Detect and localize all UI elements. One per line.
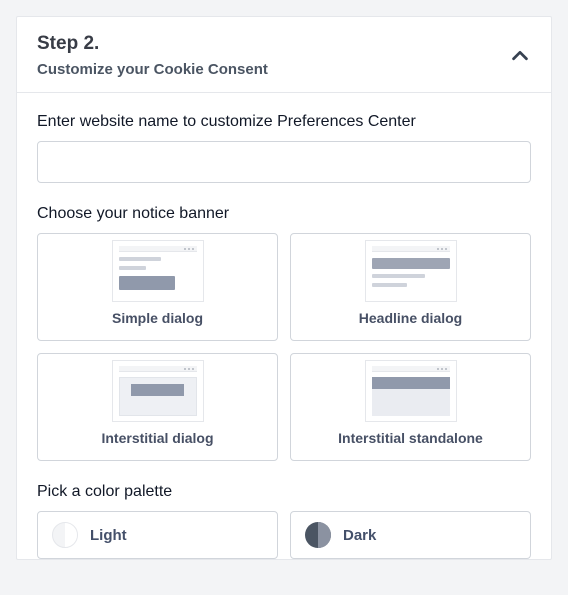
website-name-label: Enter website name to customize Preferen… [37, 113, 531, 131]
website-name-input[interactable] [37, 141, 531, 183]
step-body: Enter website name to customize Preferen… [17, 93, 551, 559]
banner-option-interstitial-standalone[interactable]: Interstitial standalone [290, 353, 531, 461]
step-heading-block: Step 2. Customize your Cookie Consent [37, 33, 268, 78]
banner-option-label: Simple dialog [112, 310, 203, 326]
palette-section-label: Pick a color palette [37, 483, 531, 501]
banner-option-label: Headline dialog [359, 310, 462, 326]
step-header[interactable]: Step 2. Customize your Cookie Consent [17, 17, 551, 93]
interstitial-standalone-thumb [365, 360, 457, 422]
banner-section-label: Choose your notice banner [37, 205, 531, 223]
interstitial-dialog-thumb [112, 360, 204, 422]
palette-options: Light Dark [37, 511, 531, 559]
banner-option-interstitial-dialog[interactable]: Interstitial dialog [37, 353, 278, 461]
palette-option-dark[interactable]: Dark [290, 511, 531, 559]
step-panel: Step 2. Customize your Cookie Consent En… [16, 16, 552, 560]
banner-option-headline-dialog[interactable]: Headline dialog [290, 233, 531, 341]
simple-dialog-thumb [112, 240, 204, 302]
palette-option-label: Light [90, 527, 127, 544]
headline-dialog-thumb [365, 240, 457, 302]
palette-option-label: Dark [343, 527, 376, 544]
dark-swatch-icon [305, 522, 331, 548]
banner-option-label: Interstitial standalone [338, 430, 483, 446]
banner-option-label: Interstitial dialog [101, 430, 213, 446]
light-swatch-icon [52, 522, 78, 548]
banner-options-grid: Simple dialog Headline dialog Interstiti… [37, 233, 531, 461]
step-subtitle: Customize your Cookie Consent [37, 61, 268, 78]
step-title: Step 2. [37, 33, 268, 55]
banner-option-simple-dialog[interactable]: Simple dialog [37, 233, 278, 341]
chevron-up-icon [509, 45, 531, 67]
palette-option-light[interactable]: Light [37, 511, 278, 559]
